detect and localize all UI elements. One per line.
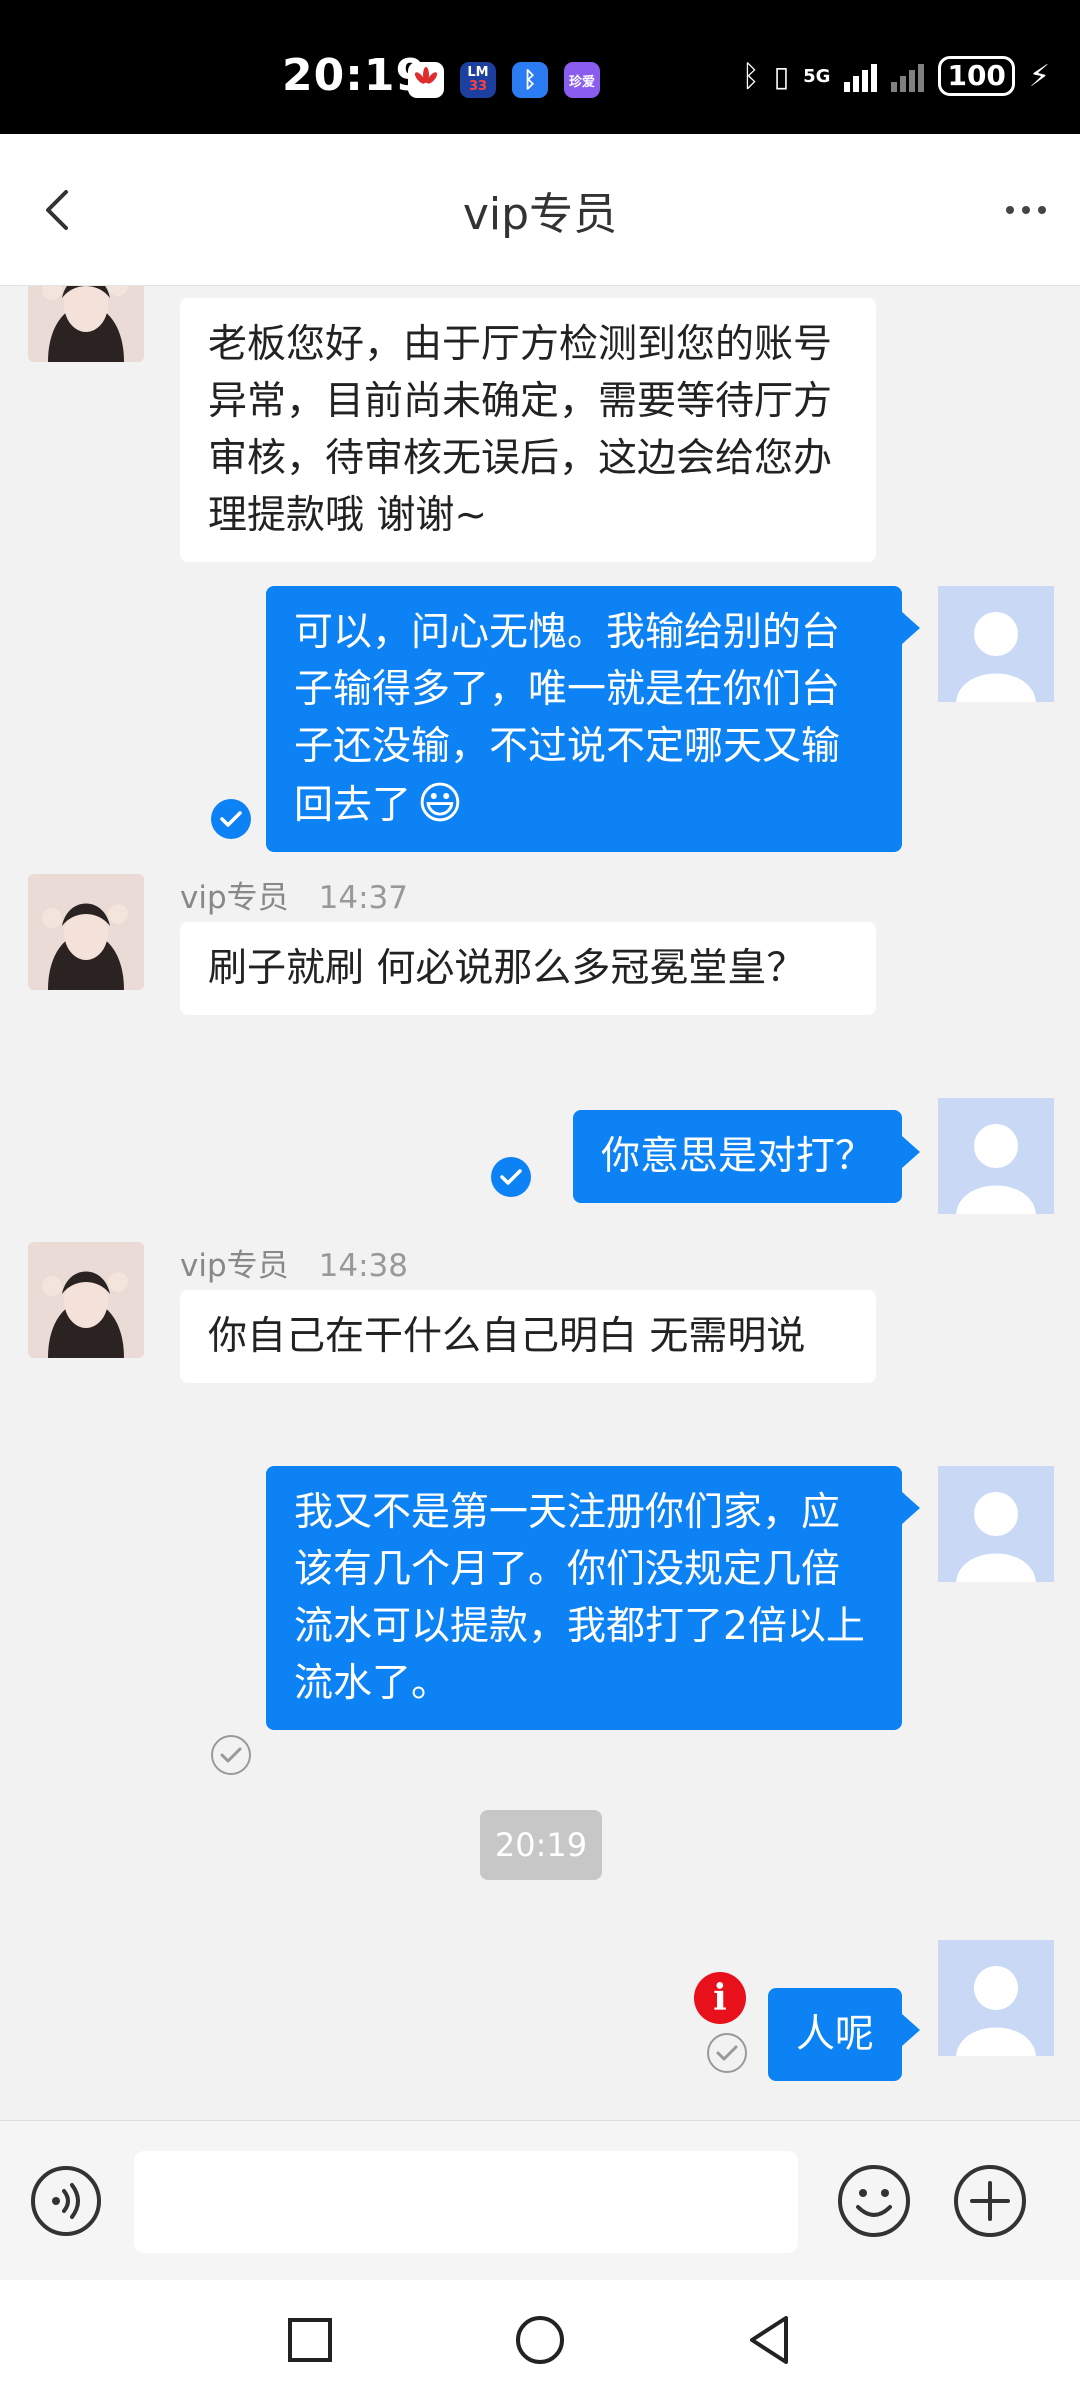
message-input[interactable]	[134, 2151, 798, 2253]
add-attachment-icon[interactable]	[952, 2163, 1028, 2239]
message-list[interactable]: 老板您好，由于厅方检测到您的账号异常，目前尚未确定，需要等待厅方审核，待审核无误…	[0, 286, 1080, 2120]
send-failed-icon[interactable]: i	[694, 1972, 746, 2024]
system-nav-bar	[0, 2280, 1080, 2400]
bluetooth-app-icon: ᛒ	[512, 62, 548, 98]
message-meta: vip专员 14:37	[180, 872, 408, 917]
time-divider: 20:19	[480, 1810, 602, 1880]
message-meta: vip专员 14:38	[180, 1240, 408, 1285]
status-right: ᛒ ▯ 5G 100 ⚡	[742, 56, 1050, 96]
bluetooth-icon: ᛒ	[741, 58, 760, 94]
outgoing-message-bubble[interactable]: 可以，问心无愧。我输给别的台子输得多了，唯一就是在你们台子还没输，不过说不定哪天…	[266, 586, 920, 852]
vibrate-icon: ▯	[773, 59, 790, 93]
message-time: 14:37	[318, 880, 408, 916]
contact-avatar[interactable]	[28, 874, 144, 990]
sent-check-icon	[707, 2033, 747, 2073]
more-options-icon[interactable]	[1004, 200, 1048, 220]
message-time: 14:38	[318, 1248, 408, 1284]
smiley-emoji: 😃	[417, 778, 463, 829]
read-check-icon	[491, 1157, 531, 1197]
chat-header: vip专员	[0, 134, 1080, 286]
input-bar	[0, 2120, 1080, 2280]
contact-avatar[interactable]	[28, 1242, 144, 1358]
recents-icon[interactable]	[282, 2312, 338, 2368]
chat-title: vip专员	[462, 189, 618, 240]
battery-indicator: 100	[938, 56, 1015, 96]
incoming-message-bubble[interactable]: 老板您好，由于厅方检测到您的账号异常，目前尚未确定，需要等待厅方审核，待审核无误…	[180, 298, 876, 562]
contact-avatar[interactable]	[28, 286, 144, 362]
voice-input-icon[interactable]	[30, 2165, 102, 2237]
emoji-icon[interactable]	[836, 2163, 912, 2239]
sent-check-icon	[211, 1735, 251, 1775]
home-icon[interactable]	[512, 2312, 568, 2368]
user-avatar[interactable]	[938, 586, 1054, 702]
user-avatar[interactable]	[938, 1940, 1054, 2056]
outgoing-message-bubble[interactable]: 你意思是对打？	[572, 1110, 921, 1203]
zhenai-app-icon: 珍爱	[564, 62, 600, 98]
outgoing-message-bubble[interactable]: 人呢	[767, 1988, 921, 2081]
user-avatar[interactable]	[938, 1466, 1054, 1582]
signal-icon-2	[891, 60, 925, 92]
status-time: 20:19	[282, 50, 428, 101]
incoming-message-bubble[interactable]: 你自己在干什么自己明白 无需明说	[180, 1290, 876, 1383]
outgoing-message-bubble[interactable]: 我又不是第一天注册你们家，应该有几个月了。你们没规定几倍流水可以提款，我都打了2…	[266, 1466, 920, 1730]
back-icon[interactable]	[742, 2312, 798, 2368]
network-type: 5G	[803, 65, 831, 87]
badge-app-icon: LM 33	[460, 62, 496, 98]
status-bar: 20:19 LM 33 ᛒ 珍爱 ᛒ ▯ 5G 100 ⚡	[0, 0, 1080, 134]
message-text: 可以，问心无愧。我输给别的台子输得多了，唯一就是在你们台子还没输，不过说不定哪天…	[294, 610, 841, 828]
incoming-message-bubble[interactable]: 刷子就刷 何必说那么多冠冕堂皇？	[180, 922, 876, 1015]
signal-icon	[844, 60, 878, 92]
sender-name: vip专员	[180, 880, 289, 916]
read-check-icon	[211, 799, 251, 839]
charging-icon: ⚡	[1028, 58, 1050, 94]
huawei-app-icon	[408, 62, 444, 98]
sender-name: vip专员	[180, 1248, 289, 1284]
user-avatar[interactable]	[938, 1098, 1054, 1214]
